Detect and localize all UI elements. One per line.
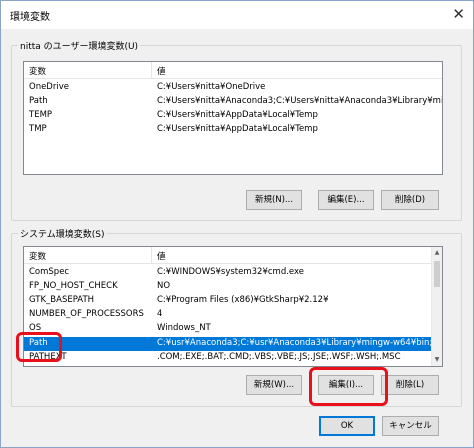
environment-variables-dialog: 環境変数 ✕ nitta のユーザー環境変数(U) 変数 値 OneDrive …	[0, 0, 474, 448]
variable-name: TEMP	[29, 110, 53, 120]
variable-name: FP_NO_HOST_CHECK	[29, 281, 118, 291]
column-separator[interactable]	[151, 62, 152, 78]
user-new-button[interactable]: 新規(N)...	[246, 190, 302, 210]
variable-value: C:¥Users¥nitta¥AppData¥Local¥Temp	[157, 124, 318, 134]
system-delete-button[interactable]: 削除(L)	[381, 375, 439, 395]
list-header: 変数 値	[24, 62, 442, 79]
system-variables-list[interactable]: 変数 値 ComSpec C:¥WINDOWS¥system32¥cmd.exe…	[23, 246, 443, 367]
variable-name: GTK_BASEPATH	[29, 295, 95, 305]
variable-value: C:¥Users¥nitta¥AppData¥Local¥Temp	[157, 110, 318, 120]
variable-name: NUMBER_OF_PROCESSORS	[29, 309, 144, 319]
variable-value: C:¥Program Files (x86)¥GtkSharp¥2.12¥	[157, 295, 329, 305]
table-row[interactable]: TMP C:¥Users¥nitta¥AppData¥Local¥Temp	[24, 123, 442, 137]
variable-value: C:¥Users¥nitta¥OneDrive	[157, 82, 266, 92]
ok-button[interactable]: OK	[319, 416, 375, 436]
system-new-button[interactable]: 新規(W)...	[246, 375, 302, 395]
variable-value: .COM;.EXE;.BAT;.CMD;.VBS;.VBE;.JS;.JSE;.…	[157, 352, 401, 362]
user-variables-legend: nitta のユーザー環境変数(U)	[20, 42, 139, 52]
variable-name: ComSpec	[29, 267, 70, 277]
column-header-value[interactable]: 値	[157, 65, 166, 77]
table-row[interactable]: FP_NO_HOST_CHECK NO	[24, 280, 431, 294]
column-separator[interactable]	[151, 247, 152, 263]
cancel-button[interactable]: キャンセル	[382, 416, 439, 436]
variable-value: C:¥Users¥nitta¥Anaconda3;C:¥Users¥nitta¥…	[157, 96, 442, 106]
variable-name: Path	[29, 96, 48, 106]
vertical-scrollbar[interactable]: ▲ ▼	[431, 247, 442, 366]
variable-value: Windows_NT	[157, 323, 211, 333]
variable-value: C:¥usr¥Anaconda3;C:¥usr¥Anaconda3¥Librar…	[157, 338, 431, 348]
variable-name: TMP	[29, 124, 47, 134]
table-row[interactable]: NUMBER_OF_PROCESSORS 4	[24, 308, 431, 322]
table-row[interactable]: GTK_BASEPATH C:¥Program Files (x86)¥GtkS…	[24, 294, 431, 308]
table-row[interactable]: OneDrive C:¥Users¥nitta¥OneDrive	[24, 81, 442, 95]
variable-value: NO	[157, 281, 171, 291]
close-icon[interactable]: ✕	[452, 5, 465, 23]
table-row[interactable]: Path C:¥Users¥nitta¥Anaconda3;C:¥Users¥n…	[24, 95, 442, 109]
user-variables-list[interactable]: 変数 値 OneDrive C:¥Users¥nitta¥OneDrive Pa…	[23, 61, 443, 175]
system-variables-legend: システム環境変数(S)	[20, 230, 105, 240]
column-header-variable[interactable]: 変数	[29, 250, 46, 262]
title-bar[interactable]: 環境変数 ✕	[1, 1, 473, 29]
list-header: 変数 値	[24, 247, 442, 264]
table-row[interactable]: OS Windows_NT	[24, 322, 431, 336]
user-edit-button[interactable]: 編集(E)...	[318, 190, 374, 210]
window-title: 環境変数	[10, 12, 50, 23]
scrollbar-thumb[interactable]	[434, 261, 440, 287]
table-row[interactable]: TEMP C:¥Users¥nitta¥AppData¥Local¥Temp	[24, 109, 442, 123]
table-row[interactable]: PATHEXT .COM;.EXE;.BAT;.CMD;.VBS;.VBE;.J…	[24, 351, 431, 365]
scroll-up-arrow-icon[interactable]: ▲	[432, 247, 442, 259]
user-delete-button[interactable]: 削除(D)	[381, 190, 439, 210]
table-row-selected-path[interactable]: Path C:¥usr¥Anaconda3;C:¥usr¥Anaconda3¥L…	[24, 337, 431, 351]
variable-name: OneDrive	[29, 82, 69, 92]
column-header-variable[interactable]: 変数	[29, 65, 46, 77]
variable-value: 4	[157, 309, 163, 319]
table-row[interactable]: ComSpec C:¥WINDOWS¥system32¥cmd.exe	[24, 266, 431, 280]
edit-button-highlight	[309, 367, 388, 406]
column-header-value[interactable]: 値	[157, 250, 166, 262]
variable-value: C:¥WINDOWS¥system32¥cmd.exe	[157, 267, 305, 277]
scroll-down-arrow-icon[interactable]: ▼	[432, 354, 442, 366]
path-row-highlight	[16, 332, 62, 362]
